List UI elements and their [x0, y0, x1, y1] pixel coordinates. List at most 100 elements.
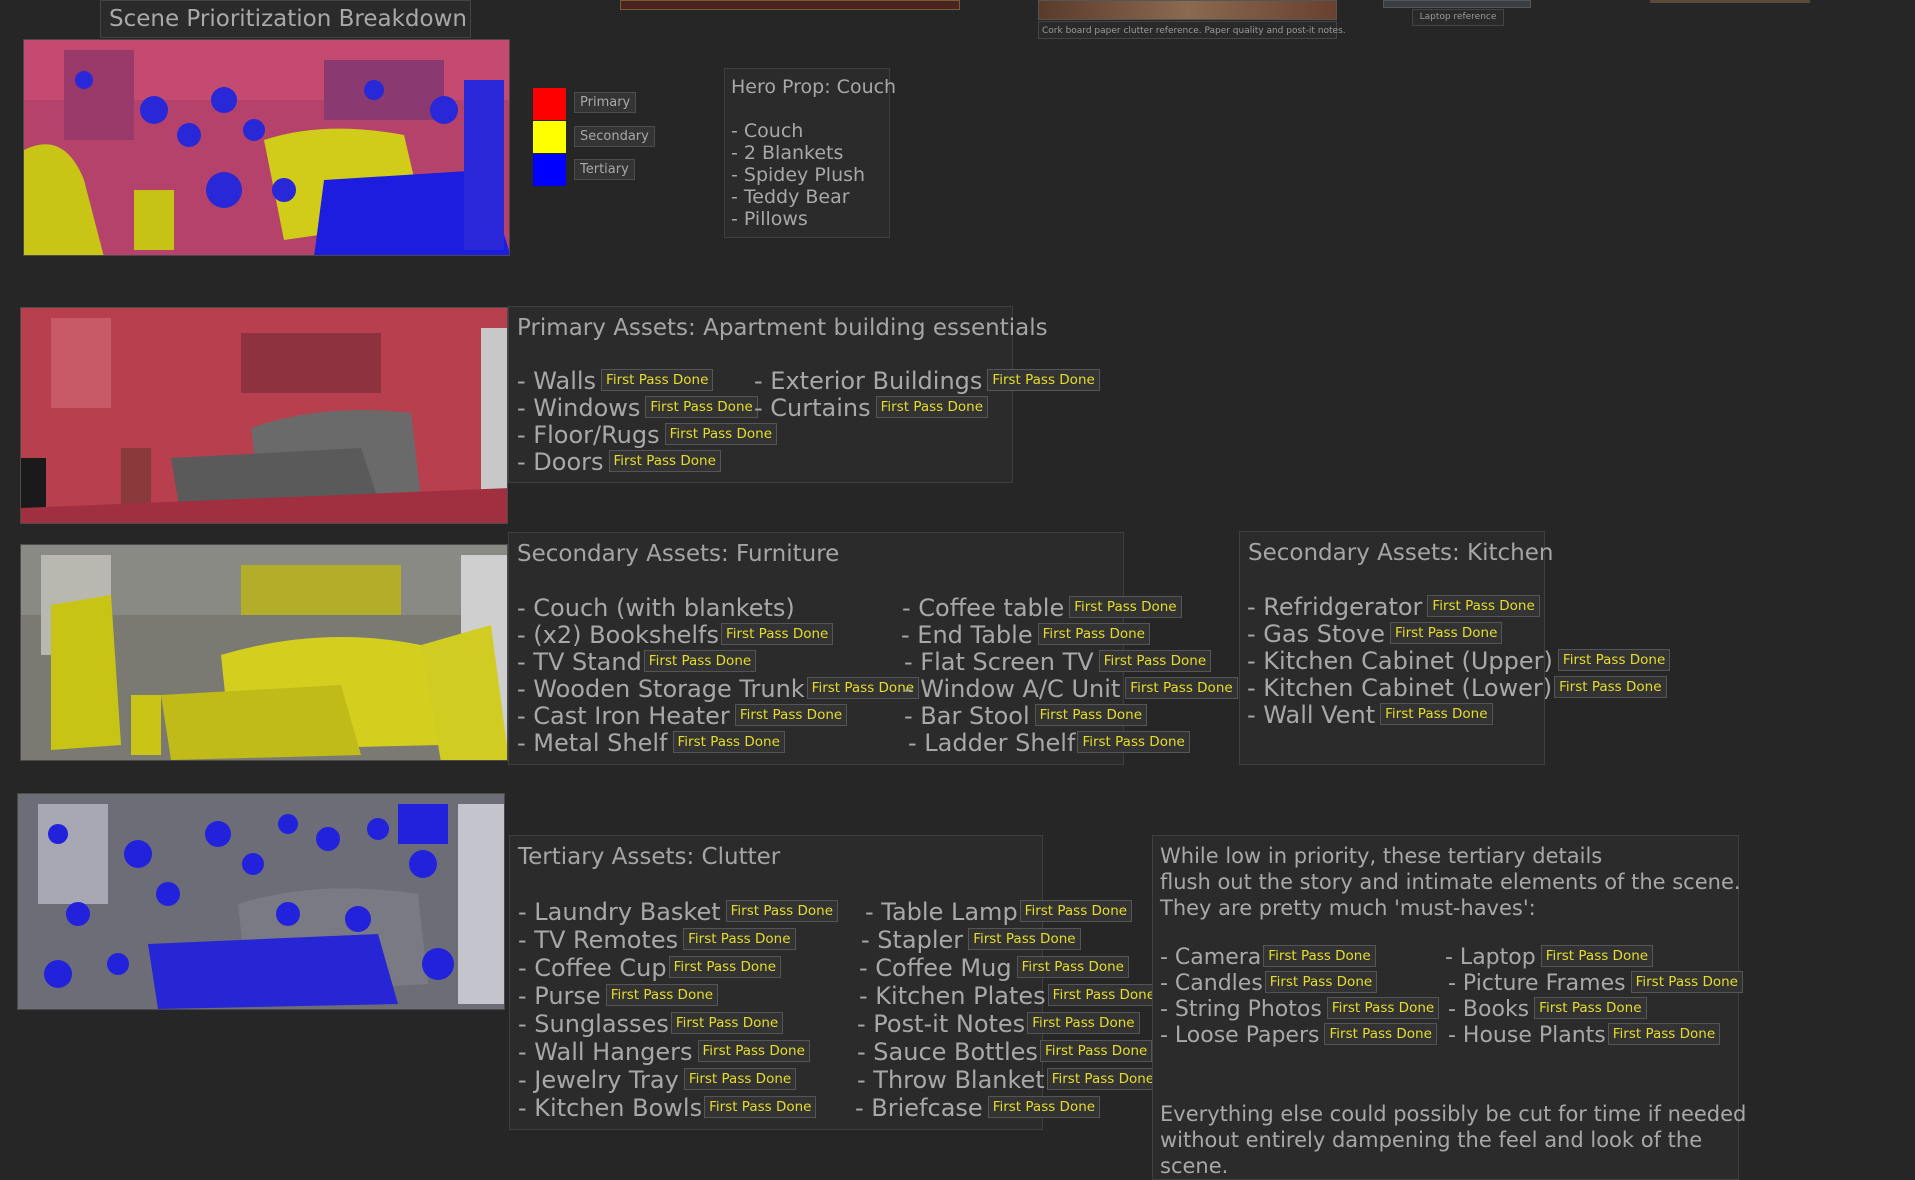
status-badge[interactable]: First Pass Done	[1534, 997, 1647, 1019]
overview-overlay-image[interactable]	[23, 39, 510, 256]
status-badge[interactable]: First Pass Done	[1046, 1068, 1160, 1090]
secondary-kitchen-title: Secondary Assets: Kitchen	[1248, 540, 1554, 566]
note-outro-line: scene.	[1160, 1154, 1229, 1178]
status-badge[interactable]: First Pass Done	[1019, 900, 1133, 922]
status-badge[interactable]: First Pass Done	[672, 731, 785, 753]
status-badge[interactable]: First Pass Done	[1077, 731, 1190, 753]
status-badge[interactable]: First Pass Done	[1554, 676, 1667, 698]
legend-label-secondary: Secondary	[574, 126, 655, 147]
status-badge[interactable]: First Pass Done	[1047, 984, 1161, 1006]
primary-item: - Doors First Pass Done	[517, 448, 721, 476]
reference-image-laptop[interactable]	[1383, 0, 1531, 8]
status-badge[interactable]: First Pass Done	[664, 423, 778, 445]
hero-item: - Couch	[731, 120, 804, 142]
kitchen-item: - Kitchen Cabinet (Lower) First Pass Done	[1247, 674, 1667, 702]
secondary-overlay-image[interactable]	[20, 544, 508, 761]
status-badge[interactable]: First Pass Done	[968, 928, 1081, 950]
status-badge[interactable]: First Pass Done	[1557, 649, 1671, 671]
status-badge[interactable]: First Pass Done	[1016, 956, 1129, 978]
primary-item: - Walls First Pass Done	[517, 367, 714, 395]
status-badge[interactable]: First Pass Done	[1027, 1012, 1140, 1034]
reference-image-top-1[interactable]	[620, 0, 960, 10]
page-title: Scene Prioritization Breakdown	[100, 0, 471, 38]
status-badge[interactable]: First Pass Done	[697, 1040, 810, 1062]
status-badge[interactable]: First Pass Done	[683, 928, 796, 950]
status-badge[interactable]: First Pass Done	[1034, 704, 1148, 726]
clutter-item: - Sunglasses First Pass Done	[518, 1010, 784, 1038]
status-badge[interactable]: First Pass Done	[987, 369, 1100, 391]
status-badge[interactable]: First Pass Done	[1607, 1023, 1721, 1045]
corkboard-caption: Cork board paper clutter reference. Pape…	[1038, 21, 1346, 39]
clutter-item: - Coffee Mug First Pass Done	[859, 954, 1129, 982]
reference-image-top-4[interactable]	[1650, 0, 1810, 3]
kitchen-item: - Wall Vent First Pass Done	[1247, 701, 1493, 729]
clutter-item: - Kitchen Plates First Pass Done	[859, 982, 1161, 1010]
note-item: - House Plants First Pass Done	[1448, 1023, 1721, 1048]
furniture-item: - Flat Screen TV First Pass Done	[904, 648, 1212, 676]
note-item: - String Photos First Pass Done	[1160, 997, 1440, 1022]
note-intro-line: While low in priority, these tertiary de…	[1160, 844, 1603, 868]
hero-prop-panel: Hero Prop: Couch - Couch - 2 Blankets - …	[724, 68, 896, 238]
furniture-item: - (x2) Bookshelfs First Pass Done	[517, 621, 834, 649]
furniture-item: - Ladder Shelf First Pass Done	[908, 729, 1190, 757]
primary-overlay-image[interactable]	[20, 307, 508, 524]
status-badge[interactable]: First Pass Done	[668, 956, 782, 978]
kitchen-item: - Kitchen Cabinet (Upper) First Pass Done	[1247, 647, 1671, 675]
furniture-item: - End Table First Pass Done	[901, 621, 1150, 649]
status-badge[interactable]: First Pass Done	[1039, 1040, 1153, 1062]
status-badge[interactable]: First Pass Done	[670, 1012, 784, 1034]
clutter-item: - Purse First Pass Done	[518, 982, 719, 1010]
status-badge[interactable]: First Pass Done	[1630, 971, 1743, 993]
status-badge[interactable]: First Pass Done	[1390, 622, 1503, 644]
clutter-item: - Post-it Notes First Pass Done	[857, 1010, 1140, 1038]
status-badge[interactable]: First Pass Done	[601, 369, 714, 391]
note-outro-line: Everything else could possibly be cut fo…	[1160, 1102, 1747, 1126]
furniture-item: - Bar Stool First Pass Done	[904, 702, 1148, 730]
status-badge[interactable]: First Pass Done	[1380, 703, 1493, 725]
note-intro-line: flush out the story and intimate element…	[1160, 870, 1741, 894]
hero-item: - Teddy Bear	[731, 186, 850, 208]
status-badge[interactable]: First Pass Done	[720, 623, 834, 645]
tertiary-assets-title: Tertiary Assets: Clutter	[518, 844, 781, 870]
clutter-item: - Stapler First Pass Done	[861, 926, 1081, 954]
clutter-item: - Throw Blanket First Pass Done	[857, 1066, 1160, 1094]
clutter-item: - Kitchen Bowls First Pass Done	[518, 1094, 817, 1122]
status-badge[interactable]: First Pass Done	[734, 704, 848, 726]
clutter-item: - Table Lamp First Pass Done	[865, 898, 1133, 926]
legend-swatch-primary	[533, 88, 566, 120]
status-badge[interactable]: First Pass Done	[1069, 596, 1182, 618]
primary-item: - Exterior Buildings First Pass Done	[754, 367, 1100, 395]
status-badge[interactable]: First Pass Done	[875, 396, 989, 418]
status-badge[interactable]: First Pass Done	[725, 900, 839, 922]
status-badge[interactable]: First Pass Done	[1324, 1023, 1437, 1045]
hero-item: - 2 Blankets	[731, 142, 844, 164]
secondary-furniture-title: Secondary Assets: Furniture	[517, 541, 840, 567]
note-item: - Picture Frames First Pass Done	[1448, 971, 1743, 996]
status-badge[interactable]: First Pass Done	[645, 396, 758, 418]
clutter-item: - Jewelry Tray First Pass Done	[518, 1066, 797, 1094]
status-badge[interactable]: First Pass Done	[1098, 650, 1212, 672]
legend-swatch-secondary	[533, 121, 566, 153]
status-badge[interactable]: First Pass Done	[806, 677, 920, 699]
status-badge[interactable]: First Pass Done	[605, 984, 719, 1006]
reference-image-corkboard[interactable]	[1038, 0, 1337, 20]
status-badge[interactable]: First Pass Done	[1540, 945, 1654, 967]
status-badge[interactable]: First Pass Done	[1125, 677, 1238, 699]
note-item: - Books First Pass Done	[1448, 997, 1647, 1022]
status-badge[interactable]: First Pass Done	[1037, 623, 1150, 645]
furniture-item: - Coffee table First Pass Done	[902, 594, 1182, 622]
furniture-item: - Couch (with blankets)	[517, 594, 795, 622]
status-badge[interactable]: First Pass Done	[683, 1068, 797, 1090]
status-badge[interactable]: First Pass Done	[643, 650, 757, 672]
clutter-item: - Wall Hangers First Pass Done	[518, 1038, 810, 1066]
status-badge[interactable]: First Pass Done	[704, 1096, 817, 1118]
status-badge[interactable]: First Pass Done	[1326, 997, 1440, 1019]
note-item: - Laptop First Pass Done	[1445, 945, 1654, 970]
status-badge[interactable]: First Pass Done	[1264, 971, 1378, 993]
status-badge[interactable]: First Pass Done	[987, 1096, 1101, 1118]
status-badge[interactable]: First Pass Done	[1427, 595, 1540, 617]
status-badge[interactable]: First Pass Done	[1263, 945, 1376, 967]
kitchen-item: - Refridgerator First Pass Done	[1247, 593, 1540, 621]
status-badge[interactable]: First Pass Done	[608, 450, 721, 472]
tertiary-overlay-image[interactable]	[17, 793, 505, 1010]
